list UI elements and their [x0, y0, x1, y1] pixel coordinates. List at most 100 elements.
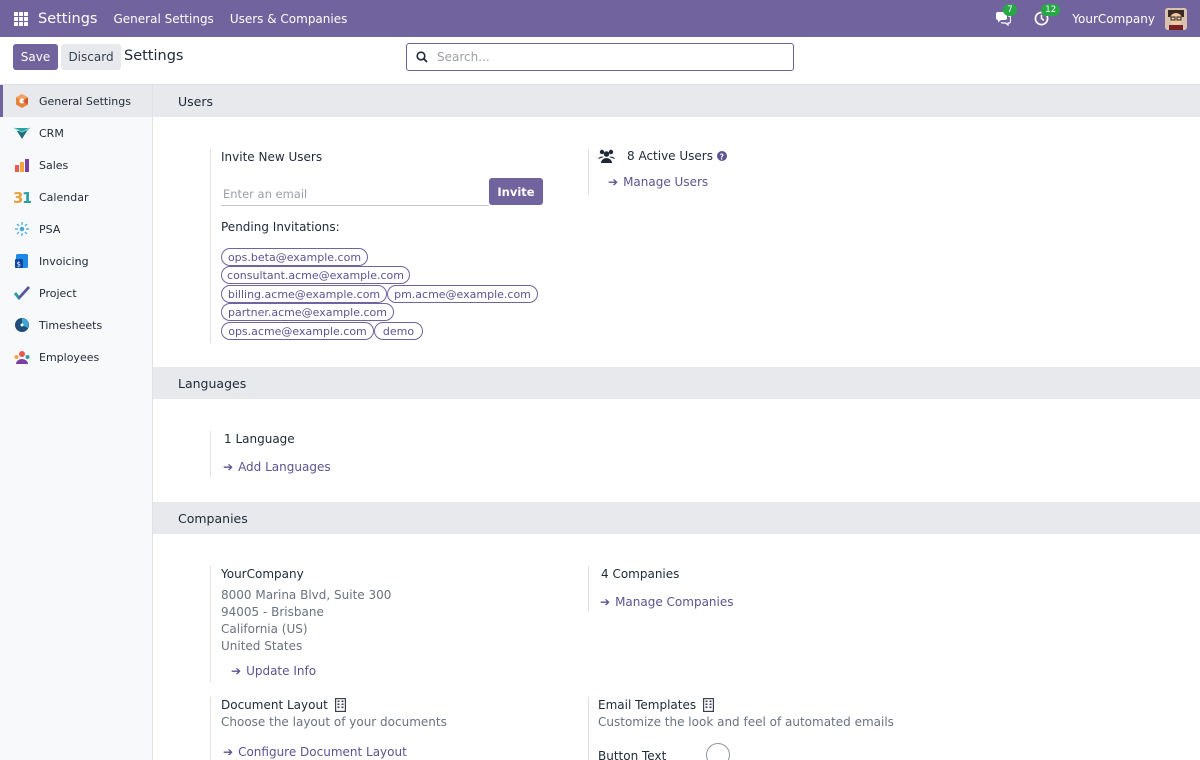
sidebar-item-sales[interactable]: Sales	[0, 149, 152, 181]
users-icon	[598, 149, 615, 163]
activities-badge: 12	[1041, 3, 1061, 16]
company-address-line: 8000 Marina Blvd, Suite 300	[221, 588, 392, 602]
manage-companies-link[interactable]: ➔ Manage Companies	[600, 595, 734, 609]
search-input[interactable]	[437, 50, 767, 64]
document-layout-description: Choose the layout of your documents	[221, 715, 447, 729]
company-address-line: United States	[221, 639, 303, 653]
invite-label: Invite New Users	[221, 150, 323, 164]
messages-icon[interactable]: 7	[994, 3, 1017, 28]
invite-button[interactable]: Invite	[489, 178, 543, 205]
users-section-header: Users	[153, 85, 1200, 117]
page-title: Settings	[124, 48, 184, 64]
divider	[210, 697, 211, 760]
button-text-color-picker[interactable]	[706, 743, 730, 760]
sidebar-item-label: Timesheets	[39, 318, 103, 332]
languages-section-header: Languages	[153, 367, 1200, 399]
company-address-line: 94005 - Brisbane	[221, 605, 324, 619]
sidebar-item-psa[interactable]: PSA	[0, 213, 152, 245]
sidebar-item-calendar[interactable]: 31 Calendar	[0, 181, 152, 213]
messages-badge: 7	[1003, 3, 1017, 16]
user-avatar[interactable]	[1165, 7, 1187, 30]
sidebar-item-label: Project	[39, 286, 77, 300]
pending-invitations-label: Pending Invitations:	[221, 220, 340, 234]
sidebar-item-label: Employees	[39, 350, 100, 364]
divider	[588, 566, 589, 612]
sidebar-item-project[interactable]: Project	[0, 277, 152, 309]
invite-email-input[interactable]	[221, 183, 489, 206]
timesheets-icon	[13, 316, 31, 334]
manage-companies-label: Manage Companies	[615, 595, 734, 609]
sidebar-item-label: Invoicing	[39, 254, 89, 268]
sidebar-item-employees[interactable]: Employees	[0, 341, 152, 373]
manage-users-link[interactable]: ➔ Manage Users	[608, 175, 708, 189]
crm-icon	[13, 124, 31, 142]
active-users-count: 8 Active Users	[627, 149, 713, 163]
settings-content: Users Invite New Users Invite Pending In…	[153, 85, 1200, 760]
building-icon	[703, 698, 715, 712]
company-name: YourCompany	[221, 567, 304, 581]
pending-invitation-tag[interactable]: demo	[374, 322, 423, 340]
settings-sidebar: General Settings CRM Sales 31 Calendar P…	[0, 85, 153, 760]
sidebar-item-invoicing[interactable]: $ Invoicing	[0, 245, 152, 277]
document-layout-title: Document Layout	[221, 698, 328, 712]
sidebar-item-label: Sales	[39, 158, 69, 172]
arrow-right-icon: ➔	[223, 745, 234, 759]
arrow-right-icon: ➔	[231, 664, 242, 678]
active-users-row: 8 Active Users ?	[598, 149, 727, 163]
button-text-label: Button Text	[598, 749, 667, 760]
sidebar-item-label: PSA	[39, 222, 61, 236]
sidebar-item-general-settings[interactable]: General Settings	[0, 85, 152, 117]
configure-document-layout-label: Configure Document Layout	[238, 745, 407, 759]
sidebar-item-crm[interactable]: CRM	[0, 117, 152, 149]
pending-invitation-tag[interactable]: pm.acme@example.com	[387, 285, 538, 303]
email-templates-description: Customize the look and feel of automated…	[598, 715, 894, 729]
app-title[interactable]: Settings	[38, 11, 97, 27]
svg-text:?: ?	[720, 152, 724, 161]
pending-invitation-tag[interactable]: billing.acme@example.com	[221, 285, 387, 303]
sidebar-item-label: CRM	[39, 126, 64, 140]
arrow-right-icon: ➔	[223, 460, 234, 474]
divider	[210, 149, 211, 343]
search-icon	[416, 51, 428, 63]
companies-count: 4 Companies	[601, 567, 680, 581]
languages-count: 1 Language	[224, 432, 295, 446]
menu-users-companies[interactable]: Users & Companies	[230, 12, 348, 26]
settings-icon	[13, 92, 31, 110]
menu-general-settings[interactable]: General Settings	[113, 12, 213, 26]
update-info-label: Update Info	[246, 664, 317, 678]
building-icon	[334, 698, 346, 712]
sidebar-item-timesheets[interactable]: Timesheets	[0, 309, 152, 341]
add-languages-link[interactable]: ➔ Add Languages	[223, 460, 331, 474]
pending-invitation-tag[interactable]: consultant.acme@example.com	[221, 266, 410, 284]
help-icon[interactable]: ?	[717, 151, 727, 161]
search-box[interactable]	[406, 43, 794, 71]
arrow-right-icon: ➔	[600, 595, 611, 609]
update-info-link[interactable]: ➔ Update Info	[231, 664, 316, 678]
svg-text:$: $	[17, 261, 21, 269]
control-panel: Save Discard Settings	[0, 37, 1200, 85]
svg-text:1: 1	[22, 189, 31, 205]
email-templates-row: Email Templates	[598, 698, 715, 712]
apps-menu-icon[interactable]	[14, 11, 28, 26]
pending-invitation-tag[interactable]: ops.acme@example.com	[221, 322, 374, 340]
add-languages-label: Add Languages	[238, 460, 331, 474]
discard-button[interactable]: Discard	[61, 44, 121, 70]
activities-icon[interactable]: 12	[1032, 3, 1061, 28]
calendar-icon: 31	[13, 188, 31, 206]
companies-section-header: Companies	[153, 502, 1200, 534]
divider	[210, 566, 211, 682]
pending-invitation-tag[interactable]: partner.acme@example.com	[221, 303, 394, 321]
sidebar-item-label: Calendar	[39, 190, 89, 204]
email-templates-title: Email Templates	[598, 698, 697, 712]
pending-invitation-tag[interactable]: ops.beta@example.com	[221, 248, 368, 266]
manage-users-label: Manage Users	[623, 175, 709, 189]
document-layout-row: Document Layout	[221, 698, 346, 712]
divider	[588, 149, 589, 195]
configure-document-layout-link[interactable]: ➔ Configure Document Layout	[223, 745, 407, 759]
arrow-right-icon: ➔	[608, 175, 619, 189]
psa-icon	[13, 220, 31, 238]
company-switcher[interactable]: YourCompany	[1072, 12, 1155, 26]
divider	[588, 697, 589, 760]
save-button[interactable]: Save	[13, 44, 58, 70]
employees-icon	[13, 348, 31, 366]
